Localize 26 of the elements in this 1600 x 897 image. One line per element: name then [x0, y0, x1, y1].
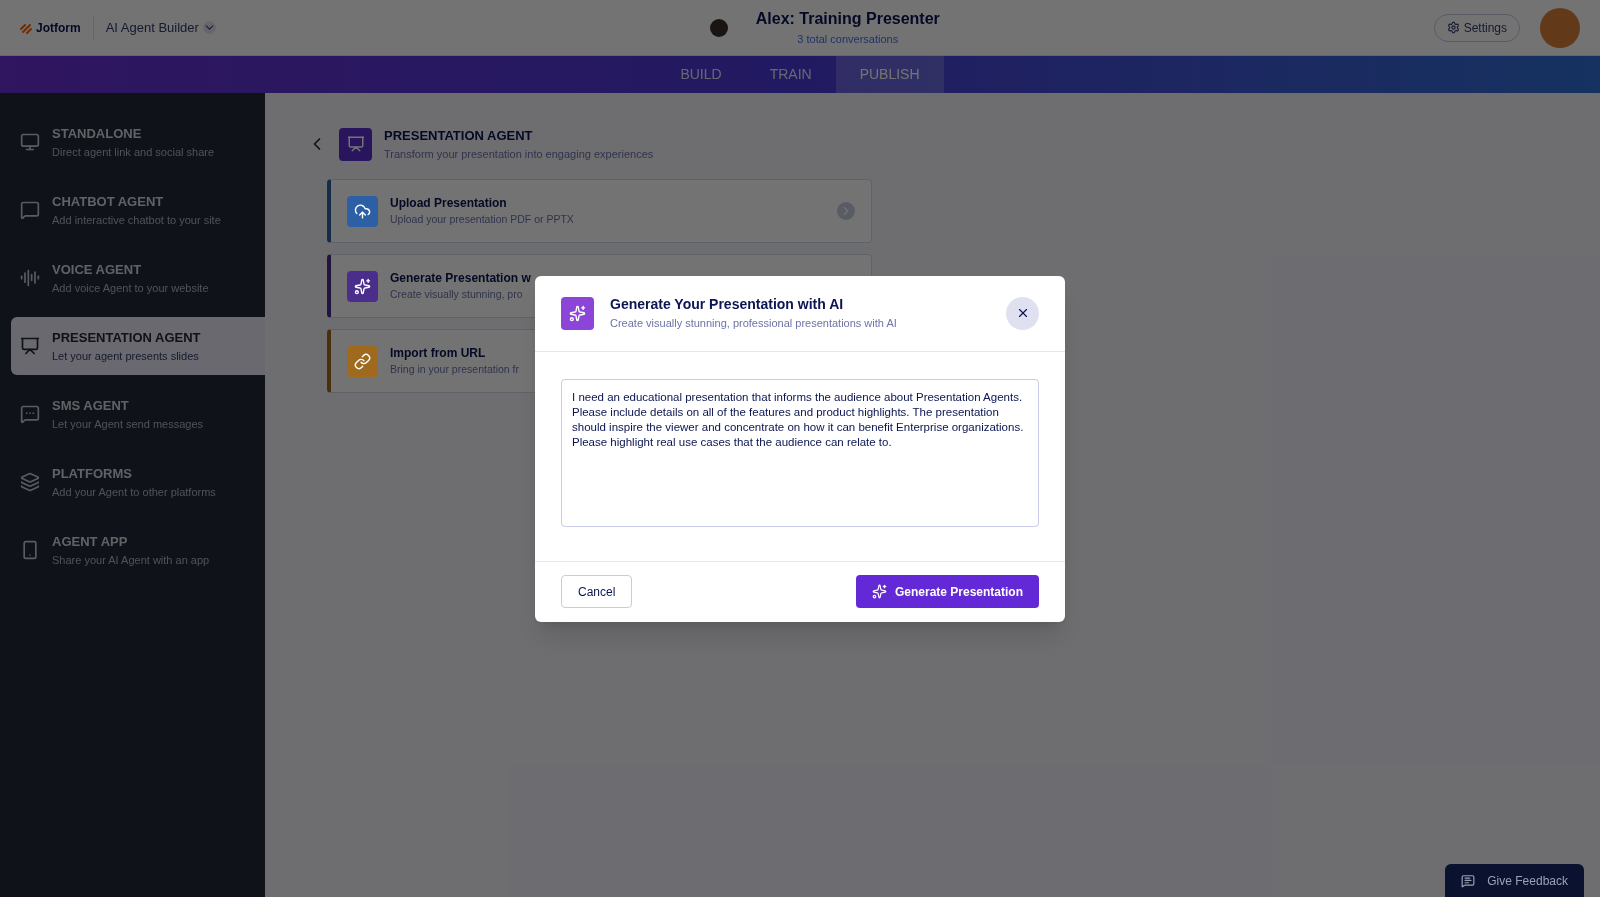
modal-subtitle: Create visually stunning, professional presentations with AI: [610, 316, 898, 332]
page-subtitle: Transform your presentation into engaging experiences: [384, 146, 654, 162]
sidebar-item-description: Add interactive chatbot to your site: [52, 212, 221, 228]
agent-title: Alex: Training Presenter: [755, 9, 940, 30]
sidebar-item-title: CHATBOT AGENT: [52, 193, 165, 211]
option-title: Generate Presentation w: [390, 270, 531, 288]
sidebar-item-description: Add voice Agent to your website: [52, 280, 209, 296]
sidebar-item-description: Add your Agent to other platforms: [52, 484, 216, 500]
sidebar-item-title: AGENT APP: [52, 533, 129, 551]
sidebar-item-description: Let your agent presents slides: [52, 348, 200, 364]
sidebar-item-description: Direct agent link and social share: [52, 144, 215, 160]
sidebar-item-title: PLATFORMS: [52, 465, 133, 483]
sidebar-item-description: Share your AI Agent with an app: [52, 552, 210, 568]
modal-title: Generate Your Presentation with AI: [610, 295, 845, 315]
option-description: Bring in your presentation fr: [390, 362, 519, 378]
sidebar-item-title: STANDALONE: [52, 125, 143, 143]
option-title: Import from URL: [390, 345, 486, 363]
sidebar-item-title: VOICE AGENT: [52, 261, 143, 279]
logo-text: Jotform: [36, 19, 81, 37]
sidebar-item-title: SMS AGENT: [52, 397, 130, 415]
option-title: Upload Presentation: [390, 195, 507, 213]
sidebar-item-description: Let your Agent send messages: [52, 416, 204, 432]
option-description: Create visually stunning, pro: [390, 287, 523, 303]
sidebar-item-title: PRESENTATION AGENT: [52, 329, 201, 347]
page-title: PRESENTATION AGENT: [384, 127, 534, 145]
option-description: Upload your presentation PDF or PPTX: [390, 212, 574, 228]
